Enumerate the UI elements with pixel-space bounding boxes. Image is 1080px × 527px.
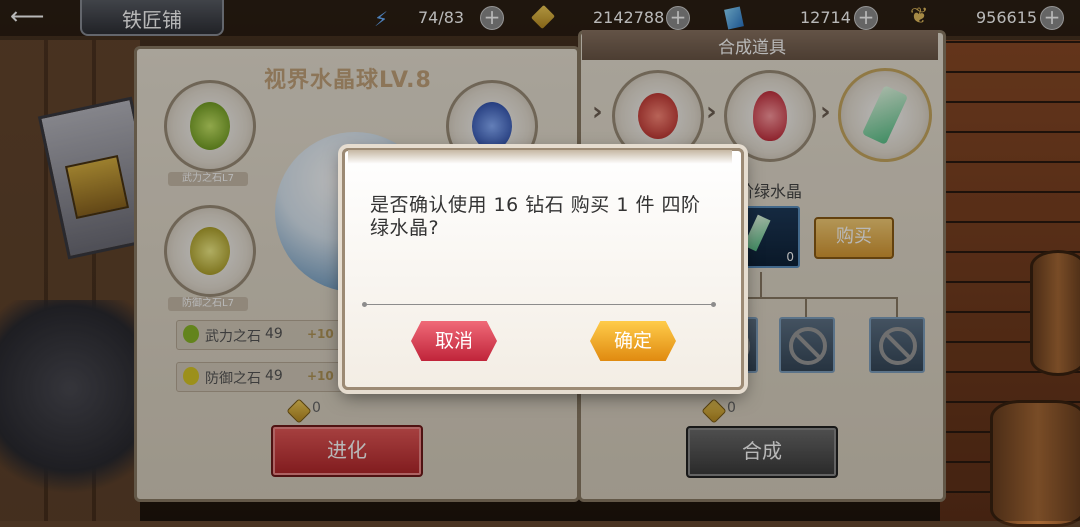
cancel-button[interactable]: 取消: [411, 321, 497, 361]
divider-dot: [362, 302, 367, 307]
divider-dot: [711, 302, 716, 307]
dialog-divider: [364, 304, 714, 305]
dialog-top-trim: [348, 150, 732, 164]
dialog-message: 是否确认使用 16 钻石 购买 1 件 四阶绿水晶?: [370, 194, 701, 239]
confirm-button[interactable]: 确定: [590, 321, 676, 361]
confirm-button-label: 确定: [613, 330, 652, 352]
cancel-button-label: 取消: [434, 330, 473, 352]
confirm-dialog: [342, 148, 744, 390]
